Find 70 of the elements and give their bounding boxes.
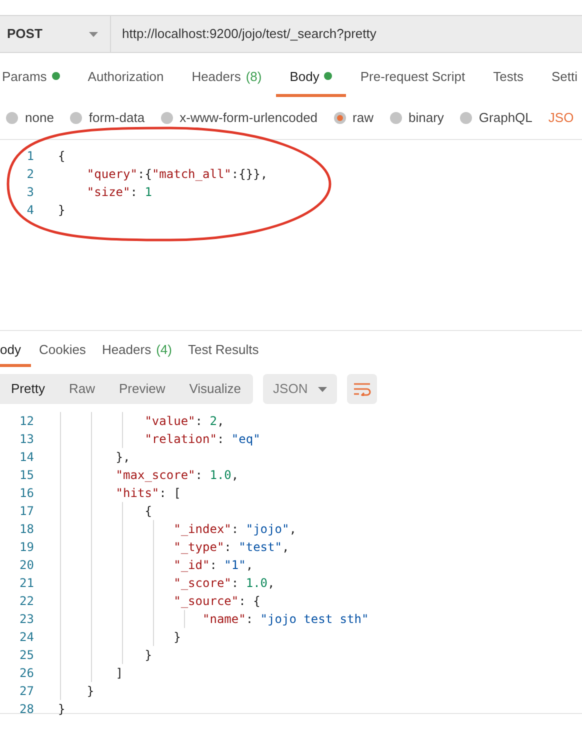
code-line: } (144, 647, 152, 664)
method-dropdown[interactable]: POST (0, 16, 111, 52)
line-number: 14 (20, 449, 34, 466)
line-number: 26 (20, 665, 34, 682)
wrap-icon (353, 382, 372, 396)
line-number: 1 (26, 148, 34, 165)
code-line: } (58, 701, 66, 718)
code-line: "_id": "1", (172, 557, 254, 574)
request-tab[interactable]: Headers (8) (178, 67, 276, 97)
code-line: } (58, 202, 66, 219)
line-number: 20 (20, 557, 34, 574)
code-line: "query":{"match_all":{}}, (86, 166, 268, 183)
line-number: 25 (20, 647, 34, 664)
line-number: 12 (20, 413, 34, 430)
code-line: ] (114, 665, 124, 682)
line-number: 15 (20, 467, 34, 484)
format-dropdown[interactable]: JSON (263, 374, 338, 404)
line-number: 3 (26, 184, 34, 201)
line-number: 18 (20, 521, 34, 538)
line-number: 21 (20, 575, 34, 592)
response-tab[interactable]: Headers (4) (94, 340, 180, 367)
request-tab[interactable]: Params (2, 67, 74, 97)
code-line: }, (114, 449, 130, 466)
code-line: { (144, 503, 152, 520)
caret-icon (89, 32, 98, 36)
line-number: 4 (26, 202, 34, 219)
code-line: "_source": { (172, 593, 260, 610)
body-type-radio[interactable]: binary (390, 108, 444, 128)
code-line: "relation": "eq" (144, 431, 260, 448)
code-line: } (172, 629, 181, 646)
line-number: 22 (20, 593, 34, 610)
code-line: "_type": "test", (172, 539, 290, 556)
code-line: "max_score": 1.0, (114, 467, 239, 484)
body-type-radio[interactable]: raw (334, 108, 374, 128)
line-number: 19 (20, 539, 34, 556)
request-tab[interactable]: Pre-request Script (346, 67, 480, 97)
view-mode-tab[interactable]: Preview (106, 374, 178, 404)
body-type-radio[interactable]: form-data (70, 108, 145, 128)
view-mode-tab[interactable]: Raw (56, 374, 107, 404)
code-line: "_index": "jojo", (172, 521, 296, 538)
view-mode-tab[interactable]: Pretty (0, 374, 57, 404)
line-number: 28 (20, 701, 34, 718)
code-line: "hits": [ (114, 485, 181, 502)
url-field[interactable]: http://localhost:9200/jojo/test/_search?pretty (111, 16, 582, 52)
line-number: 23 (20, 611, 34, 628)
request-tab[interactable]: Setti (537, 67, 582, 97)
code-line: } (86, 683, 94, 700)
body-type-radio[interactable]: none (6, 108, 54, 128)
code-line: "size": 1 (86, 184, 152, 201)
code-line: "name": "jojo test sth" (201, 611, 369, 628)
line-number: 16 (20, 485, 34, 502)
body-type-radio[interactable]: GraphQL (460, 108, 532, 128)
caret-icon (318, 386, 328, 392)
request-tab[interactable]: Tests (479, 67, 538, 97)
code-line: { (58, 148, 66, 165)
response-tab[interactable]: ody (0, 340, 31, 367)
line-number: 13 (20, 431, 34, 448)
response-tab[interactable]: Test Results (180, 340, 267, 367)
line-number: 17 (20, 503, 34, 520)
request-tab[interactable]: Body (276, 67, 346, 97)
response-tab[interactable]: Cookies (30, 340, 94, 367)
line-number: 2 (26, 166, 34, 183)
wrap-lines-button[interactable] (347, 374, 378, 404)
code-line: "_score": 1.0, (172, 575, 275, 592)
line-number: 24 (20, 629, 34, 646)
request-tab[interactable]: Authorization (74, 67, 178, 97)
view-mode-tab[interactable]: Visualize (177, 374, 254, 404)
body-type-radio[interactable]: x-www-form-urlencoded (160, 108, 318, 128)
line-number: 27 (20, 683, 34, 700)
code-line: "value": 2, (144, 413, 224, 430)
